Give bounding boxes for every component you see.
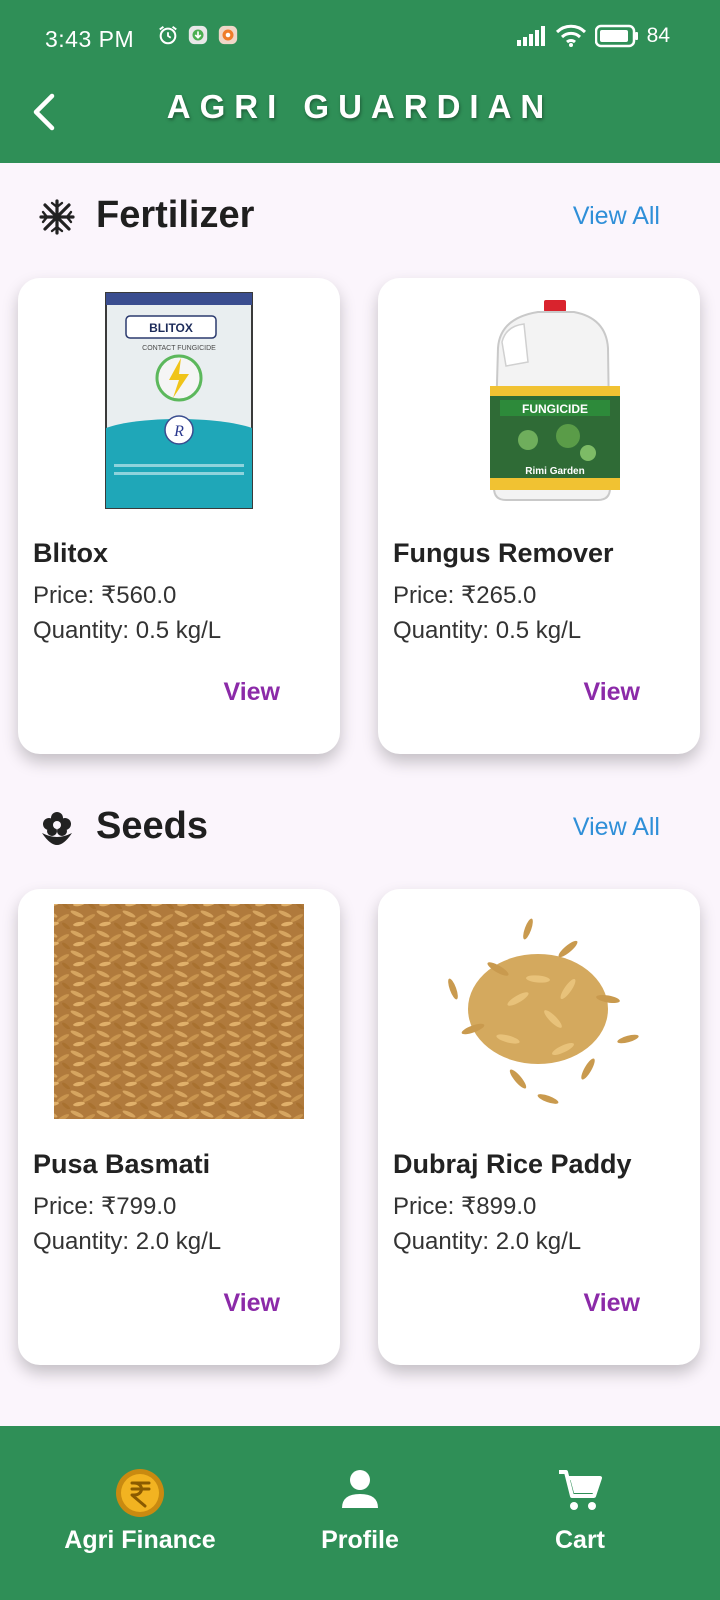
view-button[interactable]: View	[583, 1289, 640, 1318]
view-button[interactable]: View	[223, 678, 280, 707]
product-name: Pusa Basmati	[33, 1149, 211, 1179]
nav-item-agri-finance[interactable]: Agri Finance	[20, 1426, 260, 1600]
svg-text:BLITOX: BLITOX	[149, 321, 193, 335]
wifi-icon	[555, 24, 586, 47]
nav-item-cart[interactable]: Cart	[460, 1426, 700, 1600]
product-image: FUNGICIDE Rimi Garden	[490, 300, 620, 501]
bottom-navigation: Agri Finance Profile Cart	[0, 1426, 720, 1600]
person-icon	[342, 1470, 378, 1508]
view-button[interactable]: View	[583, 678, 640, 707]
notification-icons	[157, 24, 239, 46]
svg-text:Rimi Garden: Rimi Garden	[525, 466, 584, 477]
app-bar: 3:43 PM 84 AGRI GUARDIAN	[0, 0, 720, 163]
page-title: AGRI GUARDIAN	[166, 88, 554, 125]
product-name: Blitox	[33, 538, 109, 568]
product-quantity: Quantity: 0.5 kg/L	[33, 617, 222, 644]
fertilizer-section-header: Fertilizer View All	[0, 186, 720, 246]
product-price: Price: ₹560.0	[33, 582, 177, 609]
nav-label: Agri Finance	[64, 1526, 216, 1554]
product-card[interactable]: Dubraj Rice Paddy Price: ₹899.0 Quantity…	[378, 889, 700, 1365]
nav-item-profile[interactable]: Profile	[240, 1426, 480, 1600]
product-name: Fungus Remover	[393, 538, 614, 568]
alarm-icon	[159, 25, 177, 45]
status-bar: 3:43 PM 84	[0, 0, 720, 80]
nav-label: Profile	[321, 1526, 399, 1554]
product-price: Price: ₹265.0	[393, 582, 537, 609]
product-quantity: Quantity: 2.0 kg/L	[393, 1228, 582, 1255]
product-image: BLITOX CONTACT FUNGICIDE R	[105, 292, 253, 509]
svg-text:FUNGICIDE: FUNGICIDE	[522, 402, 588, 416]
product-card[interactable]: FUNGICIDE Rimi Garden Fungus Remover Pri…	[378, 278, 700, 754]
svg-text:CONTACT FUNGICIDE: CONTACT FUNGICIDE	[142, 345, 216, 352]
status-right: 84	[515, 24, 670, 48]
product-price: Price: ₹899.0	[393, 1193, 537, 1220]
status-time: 3:43 PM	[45, 26, 135, 52]
product-card[interactable]: Pusa Basmati Price: ₹799.0 Quantity: 2.0…	[18, 889, 340, 1365]
section-title: Fertilizer	[96, 194, 255, 236]
signal-icon	[516, 26, 545, 46]
snowflake-icon	[39, 199, 75, 235]
section-title: Seeds	[96, 805, 208, 847]
battery-icon	[594, 24, 638, 48]
cart-icon	[559, 1470, 602, 1510]
seeds-section-header: Seeds View All	[0, 797, 720, 857]
product-price: Price: ₹799.0	[33, 1193, 177, 1220]
battery-level: 84	[646, 24, 670, 47]
product-quantity: Quantity: 2.0 kg/L	[33, 1228, 222, 1255]
rupee-coin-icon	[116, 1469, 164, 1517]
flower-icon	[42, 812, 72, 845]
app-notification-icon	[218, 25, 238, 45]
product-quantity: Quantity: 0.5 kg/L	[393, 617, 582, 644]
view-button[interactable]: View	[223, 1289, 280, 1318]
view-all-link[interactable]: View All	[573, 813, 660, 842]
product-image	[448, 918, 639, 1104]
product-name: Dubraj Rice Paddy	[393, 1149, 632, 1179]
download-app-icon	[188, 25, 208, 45]
svg-text:R: R	[173, 423, 184, 440]
product-image	[54, 904, 304, 1119]
nav-label: Cart	[554, 1526, 605, 1554]
view-all-link[interactable]: View All	[573, 202, 660, 231]
product-card[interactable]: BLITOX CONTACT FUNGICIDE R Blitox Price:…	[18, 278, 340, 754]
